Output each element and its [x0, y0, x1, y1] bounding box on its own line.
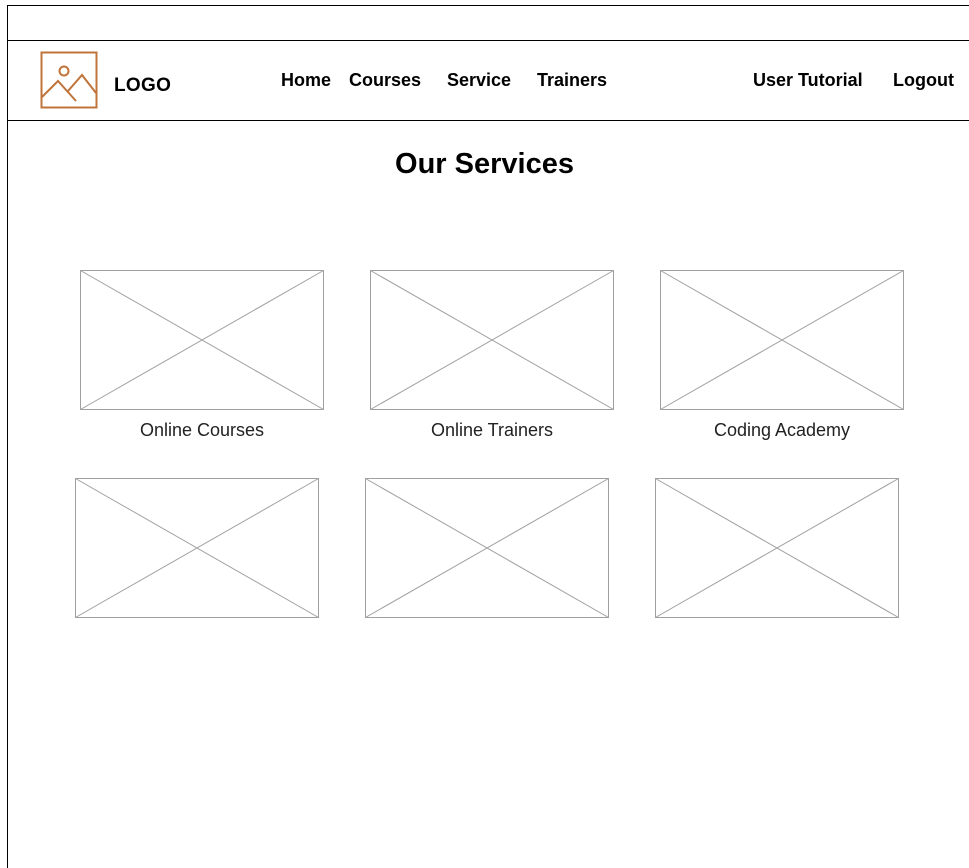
nav-logout[interactable]: Logout	[893, 70, 954, 91]
service-card-label[interactable]: Online Trainers	[370, 420, 614, 441]
page-title: Our Services	[395, 148, 574, 180]
service-card-image[interactable]	[75, 478, 319, 618]
service-card-image[interactable]	[370, 270, 614, 410]
service-card-label[interactable]: Online Courses	[80, 420, 324, 441]
service-card-label[interactable]: Coding Academy	[660, 420, 904, 441]
header-divider	[7, 120, 969, 121]
nav-courses[interactable]: Courses	[349, 70, 421, 91]
service-card-image[interactable]	[80, 270, 324, 410]
nav-service[interactable]: Service	[447, 70, 511, 91]
top-divider	[7, 40, 969, 41]
nav-trainers[interactable]: Trainers	[537, 70, 607, 91]
image-icon[interactable]	[40, 51, 98, 109]
service-card-image[interactable]	[660, 270, 904, 410]
nav-user-tutorial[interactable]: User Tutorial	[753, 70, 863, 91]
logo-text: LOGO	[114, 75, 172, 96]
nav-home[interactable]: Home	[281, 70, 331, 91]
service-card-image[interactable]	[365, 478, 609, 618]
service-card-image[interactable]	[655, 478, 899, 618]
